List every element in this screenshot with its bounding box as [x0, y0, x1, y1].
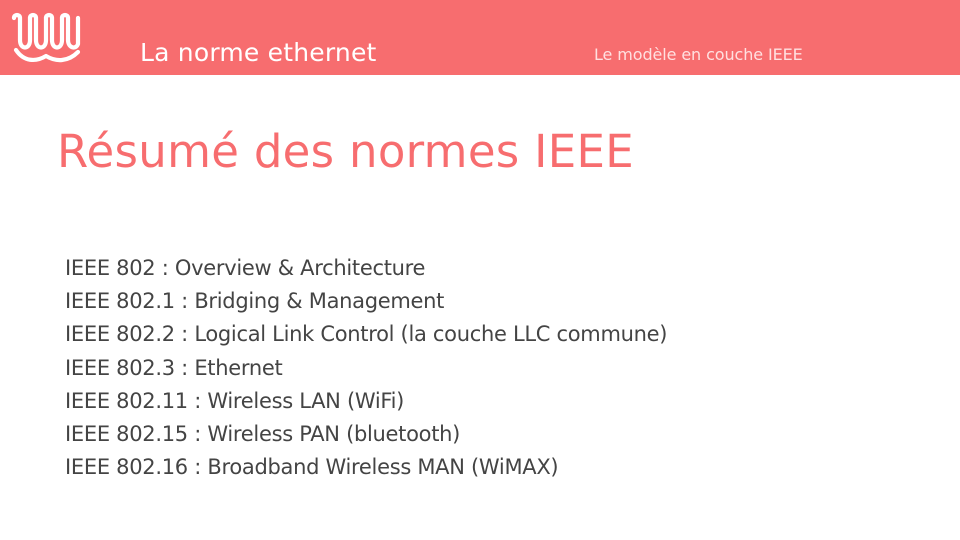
standards-list: IEEE 802 : Overview & Architecture IEEE … — [65, 252, 667, 484]
slide: La norme ethernet Le modèle en couche IE… — [0, 0, 960, 540]
list-item: IEEE 802.3 : Ethernet — [65, 355, 283, 380]
slide-title: Résumé des normes IEEE — [57, 125, 634, 178]
list-item: IEEE 802.1 : Bridging & Management — [65, 289, 445, 314]
list-item: IEEE 802.16 : Broadband Wireless MAN (Wi… — [65, 455, 559, 480]
header-title: La norme ethernet — [140, 38, 377, 67]
list-item: IEEE 802.11 : Wireless LAN (WiFi) — [65, 388, 405, 413]
wave-logo-icon — [11, 12, 81, 63]
list-item: IEEE 802.2 : Logical Link Control (la co… — [65, 322, 668, 347]
list-item: IEEE 802 : Overview & Architecture — [65, 256, 426, 280]
list-item: IEEE 802.15 : Wireless PAN (bluetooth) — [65, 422, 461, 447]
header-subtitle: Le modèle en couche IEEE — [594, 45, 803, 64]
header-bar: La norme ethernet Le modèle en couche IE… — [0, 0, 960, 75]
